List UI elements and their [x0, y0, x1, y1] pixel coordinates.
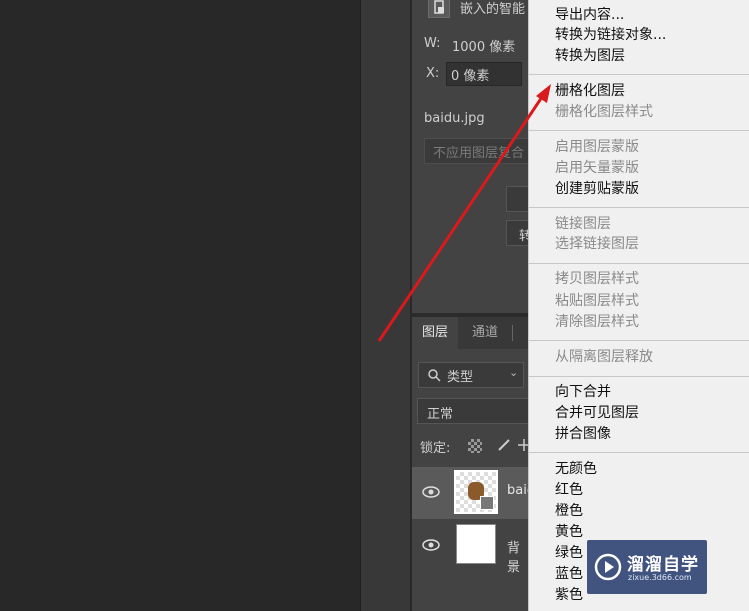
- menu-item-create-clipping-mask[interactable]: 创建剪贴蒙版: [555, 179, 639, 200]
- linked-filename: baidu.jpg: [424, 111, 485, 126]
- menu-item-clear-style: 清除图层样式: [555, 314, 639, 330]
- play-logo-icon: [594, 553, 622, 581]
- menu-item-paste-style: 粘贴图层样式: [555, 293, 639, 309]
- menu-separator: [529, 130, 749, 131]
- width-value[interactable]: 1000 像素: [452, 36, 515, 55]
- menu-item-flatten-image[interactable]: 拼合图像: [555, 424, 611, 445]
- layer-comp-dropdown[interactable]: 不应用图层复合: [424, 138, 544, 164]
- menu-item-color-green[interactable]: 绿色: [555, 543, 583, 564]
- menu-item-merge-down[interactable]: 向下合并: [555, 382, 611, 403]
- canvas-scroll-area[interactable]: [360, 0, 410, 611]
- menu-separator: [529, 340, 749, 341]
- visibility-eye-icon[interactable]: [422, 539, 440, 551]
- x-label: X:: [426, 66, 440, 81]
- background-thumbnail: [456, 524, 496, 564]
- menu-item-rasterize-layer[interactable]: 栅格化图层: [555, 81, 625, 102]
- lock-brush-icon[interactable]: [496, 437, 512, 453]
- layer-filter-dropdown[interactable]: 类型 ⌄: [418, 362, 524, 388]
- layer-row-baidu[interactable]: baic: [412, 467, 534, 519]
- layer-thumbnail: [454, 470, 498, 514]
- menu-item-color-orange[interactable]: 橙色: [555, 501, 583, 522]
- layer-name[interactable]: 背景: [507, 537, 529, 575]
- menu-separator: [529, 376, 749, 377]
- smart-object-icon: [428, 0, 450, 18]
- lock-transparent-icon[interactable]: [468, 439, 482, 453]
- width-label: W:: [424, 36, 441, 51]
- layers-tab-bar: 图层 通道: [412, 317, 529, 349]
- menu-item-rasterize-style: 栅格化图层样式: [555, 104, 653, 120]
- watermark-title: 溜溜自学: [627, 555, 699, 575]
- properties-panel: 嵌入的智能 W: 1000 像素 X: 0 像素 baidu.jpg 不应用图层…: [411, 0, 544, 313]
- smart-object-label: 嵌入的智能: [460, 2, 526, 17]
- menu-item-export-contents[interactable]: 导出内容...: [555, 5, 624, 26]
- layer-row-background[interactable]: 背景: [412, 519, 529, 575]
- menu-separator: [529, 74, 749, 75]
- menu-separator: [529, 207, 749, 208]
- layers-panel: 图层 通道 类型 ⌄ 正常 锁定: baic 背景: [411, 317, 534, 611]
- visibility-eye-icon[interactable]: [422, 486, 440, 498]
- document-canvas[interactable]: [0, 0, 360, 611]
- menu-item-color-blue[interactable]: 蓝色: [555, 564, 583, 585]
- menu-item-convert-linked[interactable]: 转换为链接对象...: [555, 25, 666, 46]
- menu-separator: [529, 263, 749, 264]
- menu-separator: [529, 452, 749, 453]
- menu-item-enable-vector-mask: 启用矢量蒙版: [555, 160, 639, 176]
- menu-item-enable-layer-mask: 启用图层蒙版: [555, 139, 639, 155]
- smart-object-badge-icon: [480, 496, 494, 510]
- layer-context-menu: 导出内容... 转换为链接对象... 转换为图层 栅格化图层 栅格化图层样式 启…: [528, 0, 749, 611]
- blend-mode-dropdown[interactable]: 正常: [417, 398, 529, 424]
- x-position-field[interactable]: 0 像素: [446, 62, 522, 86]
- chevron-down-icon: ⌄: [509, 366, 519, 379]
- menu-item-color-red[interactable]: 红色: [555, 480, 583, 501]
- tab-channels[interactable]: 通道: [462, 317, 508, 349]
- menu-item-color-yellow[interactable]: 黄色: [555, 522, 583, 543]
- menu-item-copy-style: 拷贝图层样式: [555, 271, 639, 287]
- menu-item-link-layers: 链接图层: [555, 216, 611, 232]
- search-icon: [428, 369, 441, 382]
- menu-item-merge-visible[interactable]: 合并可见图层: [555, 403, 639, 424]
- watermark-logo: 溜溜自学 zixue.3d66.com: [587, 540, 707, 594]
- menu-item-color-violet[interactable]: 紫色: [555, 585, 583, 606]
- menu-item-color-none[interactable]: 无颜色: [555, 459, 597, 480]
- menu-item-convert-to-layers[interactable]: 转换为图层: [555, 46, 625, 67]
- menu-item-release-isolation: 从隔离图层释放: [555, 349, 653, 365]
- watermark-subtitle: zixue.3d66.com: [628, 573, 692, 582]
- lock-label: 锁定:: [420, 441, 451, 456]
- filter-type-label: 类型: [447, 370, 474, 385]
- tab-divider: [512, 325, 513, 341]
- tab-layers[interactable]: 图层: [412, 317, 459, 349]
- menu-item-select-linked: 选择链接图层: [555, 236, 639, 252]
